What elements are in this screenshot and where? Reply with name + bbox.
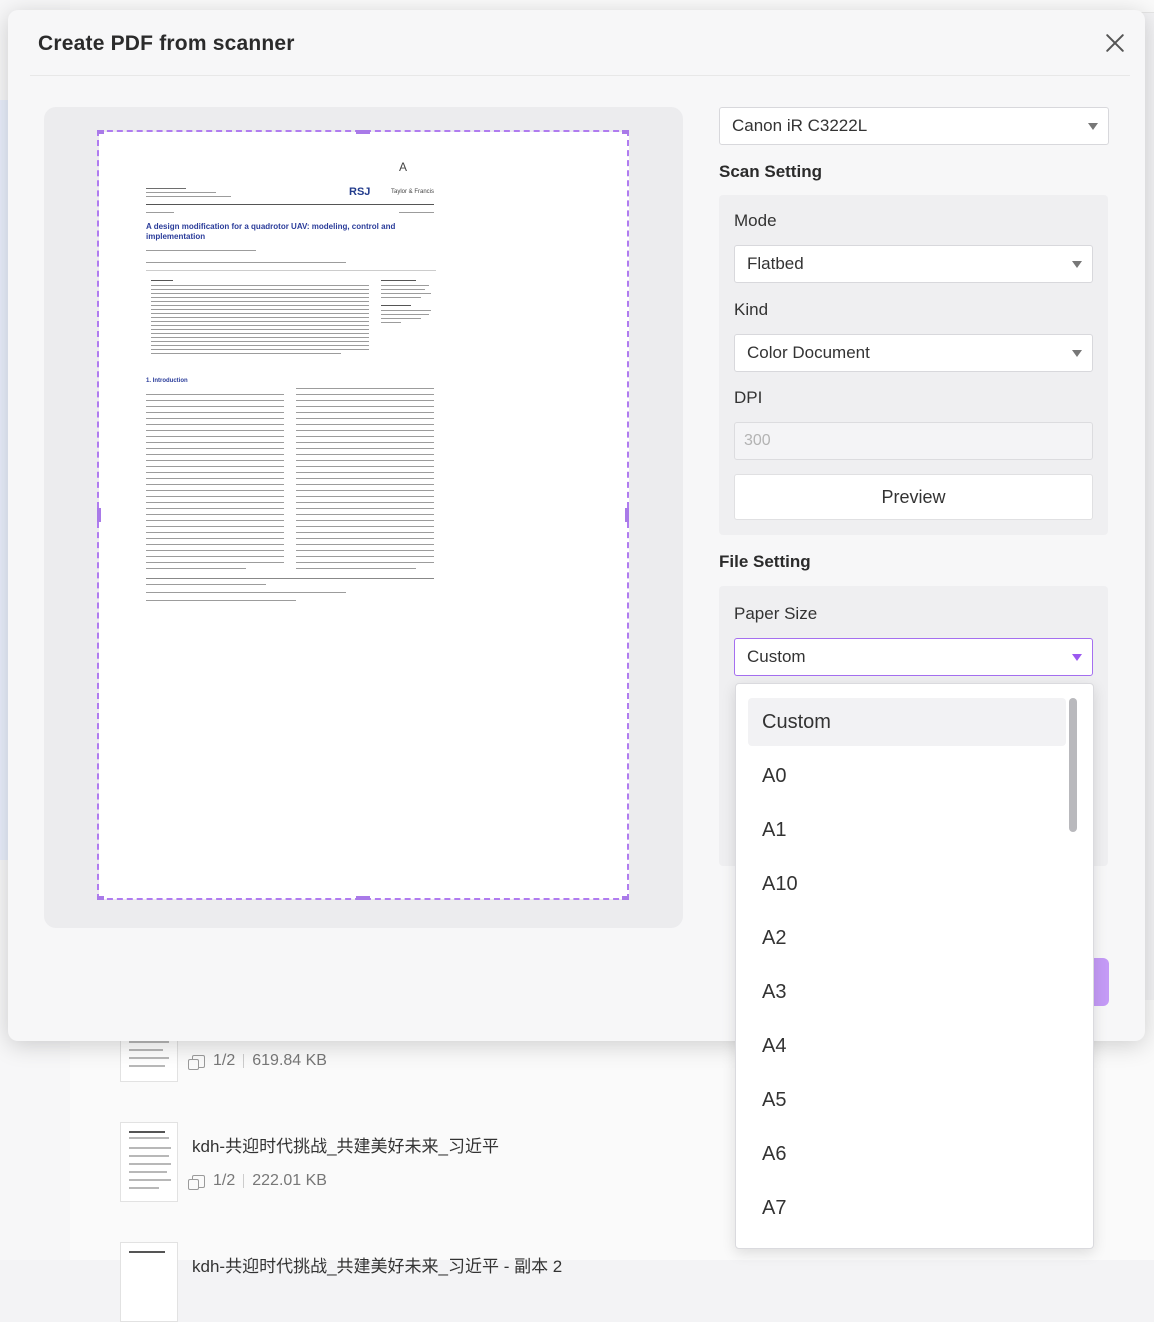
pages-icon — [188, 1174, 205, 1190]
paper-size-option[interactable]: A1 — [748, 806, 1066, 854]
mode-label: Mode — [734, 211, 777, 230]
mode-select-value: Flatbed — [747, 254, 804, 273]
file-size: 619.84 KB — [252, 1052, 327, 1069]
paper-size-label: Paper Size — [734, 604, 818, 623]
file-size: 222.01 KB — [252, 1172, 327, 1189]
file-name: kdh-共迎时代挑战_共建美好未来_习近平 — [192, 1137, 499, 1156]
title-divider — [30, 75, 1130, 76]
dropdown-scrollbar[interactable] — [1069, 698, 1077, 832]
mode-select[interactable]: Flatbed — [734, 245, 1093, 283]
paper-size-option[interactable]: A2 — [748, 914, 1066, 962]
file-list-item[interactable]: kdh-共迎时代挑战_共建美好未来_习近平 1/2 222.01 KB — [120, 1122, 760, 1202]
file-meta: 1/2 222.01 KB — [188, 1172, 327, 1190]
dialog-title: Create PDF from scanner — [38, 32, 295, 55]
kind-label: Kind — [734, 300, 769, 319]
crop-handle-top-right[interactable] — [622, 130, 629, 134]
close-icon[interactable] — [1102, 30, 1128, 56]
paper-size-option[interactable]: A6 — [748, 1130, 1066, 1178]
pages-icon — [188, 1054, 205, 1070]
file-list-item[interactable]: kdh-共迎时代挑战_共建美好未来_习近平 - 副本 2 — [120, 1242, 760, 1322]
file-thumbnail — [120, 1242, 178, 1322]
chevron-down-icon — [1072, 350, 1082, 357]
chevron-down-icon — [1088, 123, 1098, 130]
scanner-select-value: Canon iR C3222L — [732, 116, 868, 135]
meta-separator — [243, 1054, 245, 1068]
paper-size-option[interactable]: A10 — [748, 860, 1066, 908]
crop-handle-top[interactable] — [356, 130, 370, 134]
paper-size-select-value: Custom — [747, 647, 806, 666]
crop-handle-right[interactable] — [625, 508, 629, 522]
paper-size-option[interactable]: Custom — [748, 698, 1066, 746]
paper-size-option[interactable]: A0 — [748, 752, 1066, 800]
paper-size-option[interactable]: A3 — [748, 968, 1066, 1016]
crop-handle-bottom-right[interactable] — [622, 896, 629, 900]
dpi-input: 300 — [734, 422, 1093, 460]
crop-handle-top-left[interactable] — [97, 130, 104, 134]
crop-handle-bottom[interactable] — [356, 896, 370, 900]
file-pages: 1/2 — [213, 1172, 236, 1189]
meta-separator — [243, 1174, 245, 1188]
crop-handle-bottom-left[interactable] — [97, 896, 104, 900]
paper-size-option[interactable]: A4 — [748, 1022, 1066, 1070]
file-name: kdh-共迎时代挑战_共建美好未来_习近平 - 副本 2 — [192, 1257, 563, 1276]
file-thumbnail — [120, 1122, 178, 1202]
scanner-select[interactable]: Canon iR C3222L — [719, 107, 1109, 145]
crop-handle-left[interactable] — [97, 508, 101, 522]
kind-select[interactable]: Color Document — [734, 334, 1093, 372]
paper-size-option[interactable]: A7 — [748, 1184, 1066, 1232]
file-meta: 1/2 619.84 KB — [188, 1052, 327, 1070]
chevron-down-icon — [1072, 261, 1082, 268]
scan-setting-title: Scan Setting — [719, 162, 822, 181]
file-pages: 1/2 — [213, 1052, 236, 1069]
crop-area-frame[interactable] — [97, 130, 629, 900]
paper-size-option[interactable]: A5 — [748, 1076, 1066, 1124]
chevron-down-icon — [1072, 654, 1082, 661]
scan-preview-panel: A RSJ Taylor & Francis A design modifica… — [44, 107, 683, 928]
file-setting-title: File Setting — [719, 552, 811, 571]
paper-size-dropdown: Custom A0 A1 A10 A2 A3 A4 A5 A6 A7 — [735, 683, 1094, 1249]
kind-select-value: Color Document — [747, 343, 870, 362]
dpi-label: DPI — [734, 388, 763, 407]
preview-button[interactable]: Preview — [734, 474, 1093, 520]
paper-size-select[interactable]: Custom — [734, 638, 1093, 676]
